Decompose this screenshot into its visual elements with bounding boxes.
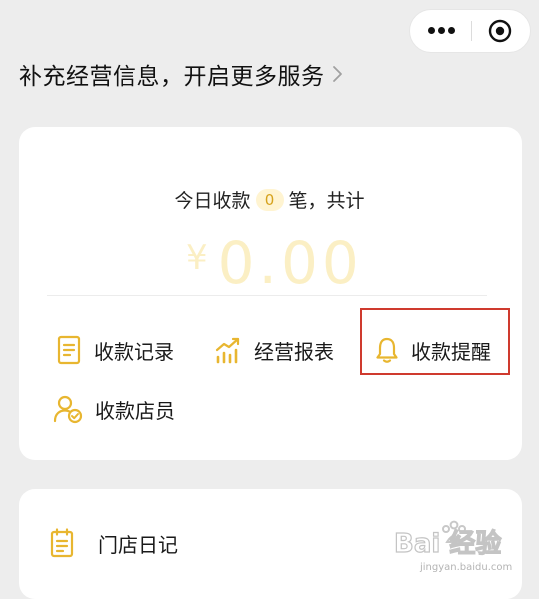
baidu-watermark: Bai 经验 jingyan.baidu.com <box>393 520 512 573</box>
chevron-right-icon <box>332 66 342 82</box>
supplement-info-link[interactable]: 补充经营信息，开启更多服务 <box>19 56 345 92</box>
chart-growth-icon <box>215 337 240 364</box>
headline-text: 补充经营信息，开启更多服务 <box>19 64 325 90</box>
payment-records-label: 收款记录 <box>94 339 174 364</box>
count-badge: 0 <box>255 189 284 211</box>
today-suffix: 笔，共计 <box>288 190 365 212</box>
currency-symbol: ¥ <box>186 238 208 278</box>
capsule-divider <box>471 21 472 41</box>
miniprogram-capsule <box>409 9 531 53</box>
total-amount: ¥ 0.00 <box>186 228 363 294</box>
payment-staff-button[interactable]: 收款店员 <box>53 389 175 429</box>
business-report-button[interactable]: 经营报表 <box>214 330 334 370</box>
document-icon <box>57 335 81 365</box>
target-circle-icon[interactable] <box>488 19 512 43</box>
card-divider <box>47 295 487 296</box>
watermark-subtext: jingyan.baidu.com <box>419 562 512 573</box>
store-diary-item[interactable]: 门店日记 <box>50 523 178 563</box>
store-diary-label: 门店日记 <box>98 532 178 557</box>
payment-records-button[interactable]: 收款记录 <box>56 330 174 370</box>
staff-check-icon <box>53 395 83 424</box>
more-dots-icon[interactable] <box>410 10 471 52</box>
notebook-icon <box>50 528 74 558</box>
amount-value: 0.00 <box>217 229 363 297</box>
payment-staff-label: 收款店员 <box>95 398 175 423</box>
business-report-label: 经营报表 <box>254 339 334 364</box>
today-prefix: 今日收款 <box>174 190 251 212</box>
today-summary: 今日收款 0 笔，共计 <box>0 186 539 213</box>
reminder-highlight-box <box>360 308 510 375</box>
watermark-text: Bai 经验 <box>394 528 501 559</box>
